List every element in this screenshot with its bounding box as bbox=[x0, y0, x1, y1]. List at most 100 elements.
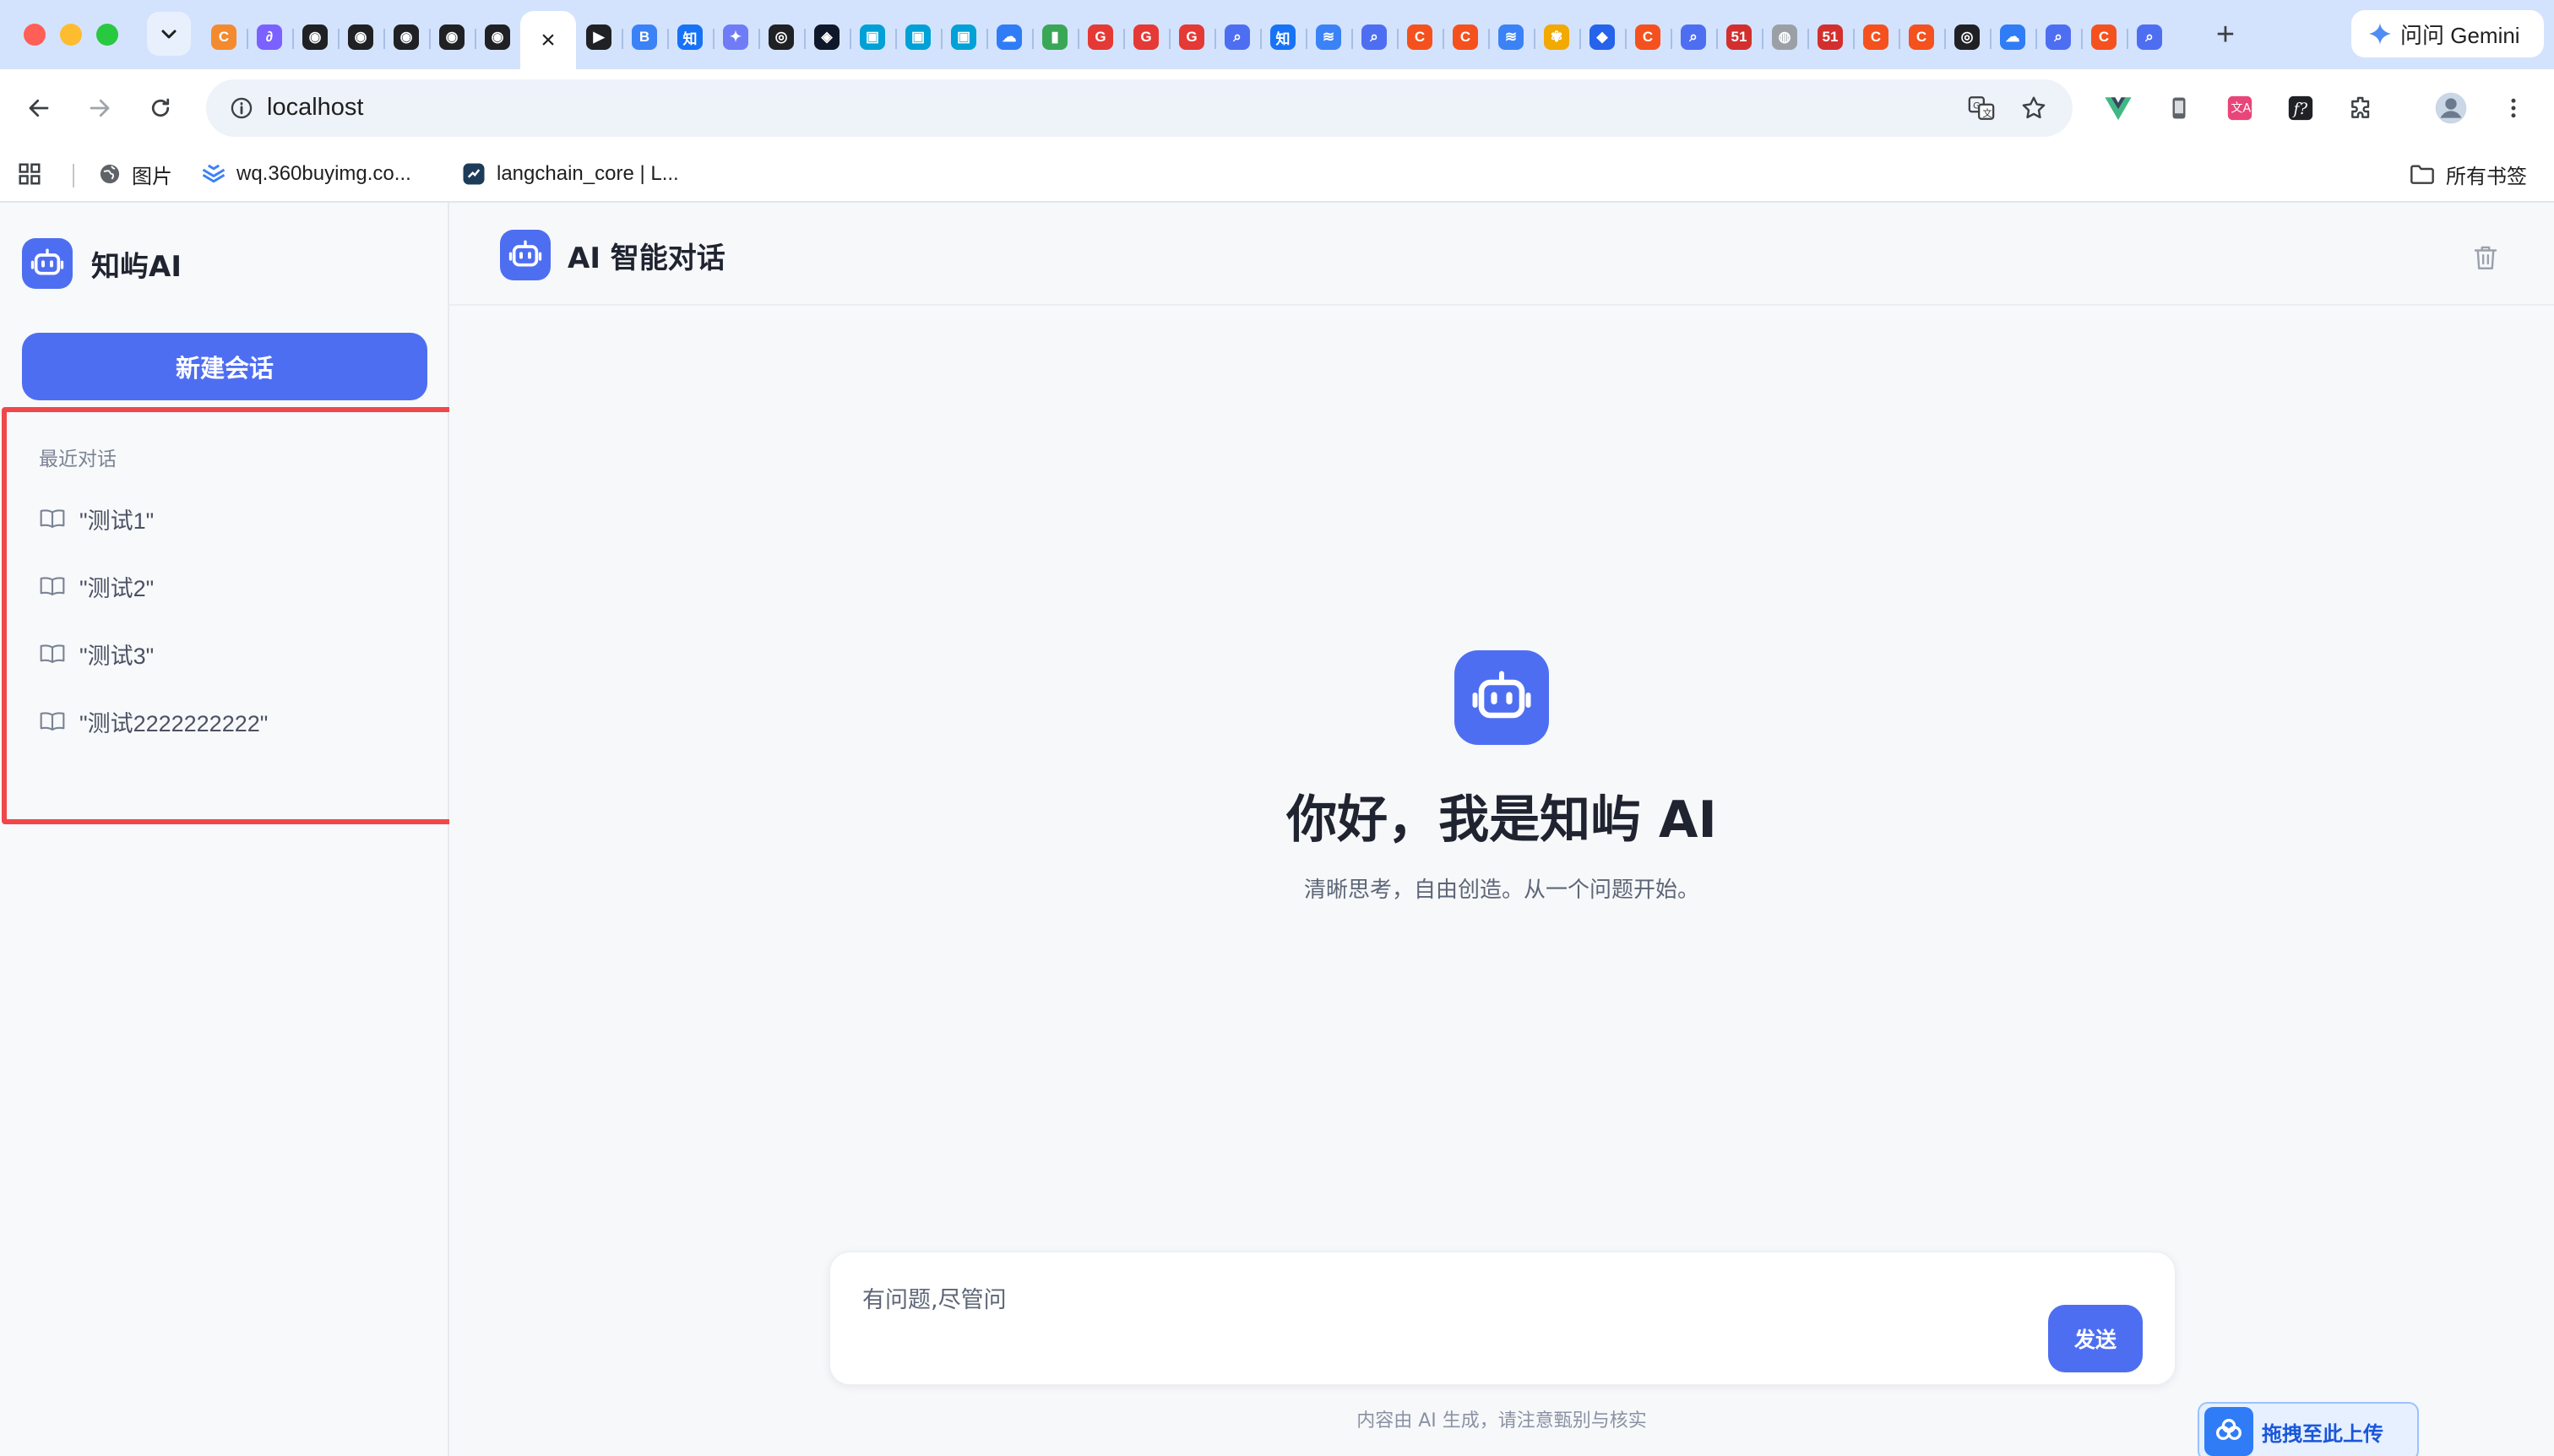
tab-item[interactable]: ◉ bbox=[429, 12, 475, 62]
conversation-item[interactable]: "测试1" bbox=[39, 485, 427, 552]
tab-item[interactable]: ◎ bbox=[1944, 12, 1990, 62]
ask-gemini-button[interactable]: 问问 Gemini bbox=[2351, 10, 2544, 57]
tab-item[interactable]: B bbox=[622, 12, 667, 62]
tab-item[interactable]: ▣ bbox=[941, 12, 986, 62]
all-bookmarks-button[interactable]: 所有书签 bbox=[2409, 157, 2527, 191]
arrow-left-icon bbox=[29, 99, 49, 117]
site-info-icon[interactable] bbox=[225, 91, 258, 125]
layers-icon bbox=[202, 164, 226, 183]
address-text[interactable]: localhost bbox=[267, 94, 363, 122]
tab-item[interactable]: ◆ bbox=[1579, 12, 1625, 62]
tab-item[interactable]: ≋ bbox=[1306, 12, 1351, 62]
chevron-down-icon bbox=[161, 30, 177, 39]
bookmark-item-360buyimg[interactable]: wq.360buyimg.co... bbox=[201, 157, 411, 191]
drag-upload-widget[interactable]: 拖拽至此上传 bbox=[2198, 1402, 2419, 1456]
tab-item[interactable]: C bbox=[1443, 12, 1488, 62]
svg-text:f?: f? bbox=[2292, 101, 2308, 118]
tab-favicon-icon: C bbox=[211, 24, 236, 50]
tab-item[interactable]: ◈ bbox=[804, 12, 850, 62]
bookmark-star-icon[interactable] bbox=[2017, 91, 2051, 125]
tab-item[interactable]: ✾ bbox=[1534, 12, 1579, 62]
upload-label: 拖拽至此上传 bbox=[2262, 1421, 2383, 1446]
extensions-puzzle-icon[interactable] bbox=[2341, 88, 2382, 128]
arrow-right-icon bbox=[90, 99, 110, 117]
tab-favicon-icon: B bbox=[632, 24, 657, 50]
tab-item[interactable]: ◎ bbox=[758, 12, 804, 62]
tab-item[interactable]: G bbox=[1169, 12, 1215, 62]
tab-item[interactable]: ∂ bbox=[247, 12, 292, 62]
tab-active[interactable]: × bbox=[520, 11, 576, 70]
tab-item[interactable]: ▣ bbox=[850, 12, 895, 62]
bookmark-item-langchain[interactable]: langchain_core | L... bbox=[461, 157, 679, 191]
minimize-window-button[interactable] bbox=[60, 24, 82, 46]
new-chat-button[interactable]: 新建会话 bbox=[22, 333, 427, 400]
tab-favicon-icon: ◎ bbox=[769, 24, 794, 50]
tab-item[interactable]: C bbox=[1853, 12, 1899, 62]
conversation-title: "测试3" bbox=[79, 643, 155, 669]
vue-devtools-icon[interactable] bbox=[2098, 88, 2138, 128]
clear-chat-button[interactable] bbox=[2466, 238, 2505, 277]
tab-item[interactable]: ◉ bbox=[292, 12, 338, 62]
close-window-button[interactable] bbox=[24, 24, 46, 46]
browser-menu-icon[interactable] bbox=[2493, 88, 2534, 128]
profile-avatar[interactable] bbox=[2431, 88, 2471, 128]
tab-favicon-icon: ▣ bbox=[951, 24, 976, 50]
trash-icon bbox=[2474, 246, 2497, 269]
reload-button[interactable] bbox=[139, 86, 182, 130]
tab-item[interactable]: C bbox=[2081, 12, 2127, 62]
tab-item[interactable]: 51 bbox=[1716, 12, 1762, 62]
tab-item[interactable]: ⌕ bbox=[2035, 12, 2081, 62]
translate-icon[interactable]: G文 bbox=[1964, 91, 1998, 125]
translate-extension-icon[interactable]: 文A bbox=[2220, 88, 2260, 128]
tab-item[interactable]: ◉ bbox=[338, 12, 383, 62]
apps-grid-icon[interactable] bbox=[17, 157, 42, 191]
browser-toolbar: localhost G文 文A f? bbox=[0, 69, 2554, 147]
tab-search-button[interactable] bbox=[147, 12, 191, 56]
tab-item[interactable]: ☁ bbox=[1990, 12, 2035, 62]
tab-item[interactable]: ◉ bbox=[475, 12, 520, 62]
tab-item[interactable]: G bbox=[1078, 12, 1123, 62]
tab-item[interactable]: ⌕ bbox=[1351, 12, 1397, 62]
tab-item[interactable]: ≋ bbox=[1488, 12, 1534, 62]
tab-item[interactable]: ▮ bbox=[1032, 12, 1078, 62]
send-button[interactable]: 发送 bbox=[2048, 1305, 2143, 1372]
tab-item[interactable]: ⌕ bbox=[1671, 12, 1716, 62]
tab-item[interactable]: C bbox=[1397, 12, 1443, 62]
tab-item[interactable]: C bbox=[201, 12, 247, 62]
globe-icon bbox=[100, 164, 120, 184]
conversation-item[interactable]: "测试3" bbox=[39, 620, 427, 687]
tab-item[interactable]: ◍ bbox=[1762, 12, 1807, 62]
tab-item[interactable]: ▶ bbox=[576, 12, 622, 62]
tab-item[interactable]: ⌕ bbox=[2127, 12, 2172, 62]
new-tab-button[interactable]: + bbox=[2204, 14, 2247, 56]
tab-item[interactable]: G bbox=[1123, 12, 1169, 62]
maximize-window-button[interactable] bbox=[96, 24, 118, 46]
tab-item[interactable]: ☁ bbox=[986, 12, 1032, 62]
tab-item[interactable]: 知 bbox=[667, 12, 713, 62]
bookmark-item-images[interactable]: 图片 bbox=[98, 157, 172, 191]
back-button[interactable] bbox=[17, 86, 61, 130]
conversation-item[interactable]: "测试2222222222" bbox=[39, 687, 427, 755]
message-input[interactable] bbox=[862, 1281, 2045, 1332]
tab-item[interactable]: C bbox=[1899, 12, 1944, 62]
close-tab-icon[interactable]: × bbox=[535, 26, 561, 54]
forward-button[interactable] bbox=[78, 86, 122, 130]
tab-item[interactable]: ◉ bbox=[383, 12, 429, 62]
tab-item[interactable]: C bbox=[1625, 12, 1671, 62]
phone-extension-icon[interactable] bbox=[2159, 88, 2199, 128]
tab-favicon-icon: 知 bbox=[677, 24, 703, 50]
tab-item[interactable]: ▣ bbox=[895, 12, 941, 62]
address-bar[interactable]: localhost G文 bbox=[206, 79, 2073, 137]
tab-item[interactable]: 51 bbox=[1807, 12, 1853, 62]
tab-item[interactable]: 知 bbox=[1260, 12, 1306, 62]
book-icon bbox=[40, 509, 65, 529]
formula-extension-icon[interactable]: f? bbox=[2280, 88, 2321, 128]
tab-strip: C ∂ ◉ ◉ ◉ ◉ ◉ × ▶ B 知 ✦ ◎ ◈ ▣ ▣ ▣ ☁ ▮ G G G ⌕ 知 ≋ ⌕ C C ≋ ✾ ◆ C ⌕ 51 ◍ 51 C C… bbox=[0, 0, 2554, 70]
bookmark-label: 图片 bbox=[132, 165, 172, 188]
tab-item[interactable]: ✦ bbox=[713, 12, 758, 62]
all-bookmarks-label: 所有书签 bbox=[2446, 165, 2527, 188]
bookmark-label: wq.360buyimg.co... bbox=[236, 162, 411, 185]
conversation-item[interactable]: "测试2" bbox=[39, 552, 427, 620]
tab-item[interactable]: ⌕ bbox=[1215, 12, 1260, 62]
brand-name: 知屿AI bbox=[91, 249, 182, 284]
